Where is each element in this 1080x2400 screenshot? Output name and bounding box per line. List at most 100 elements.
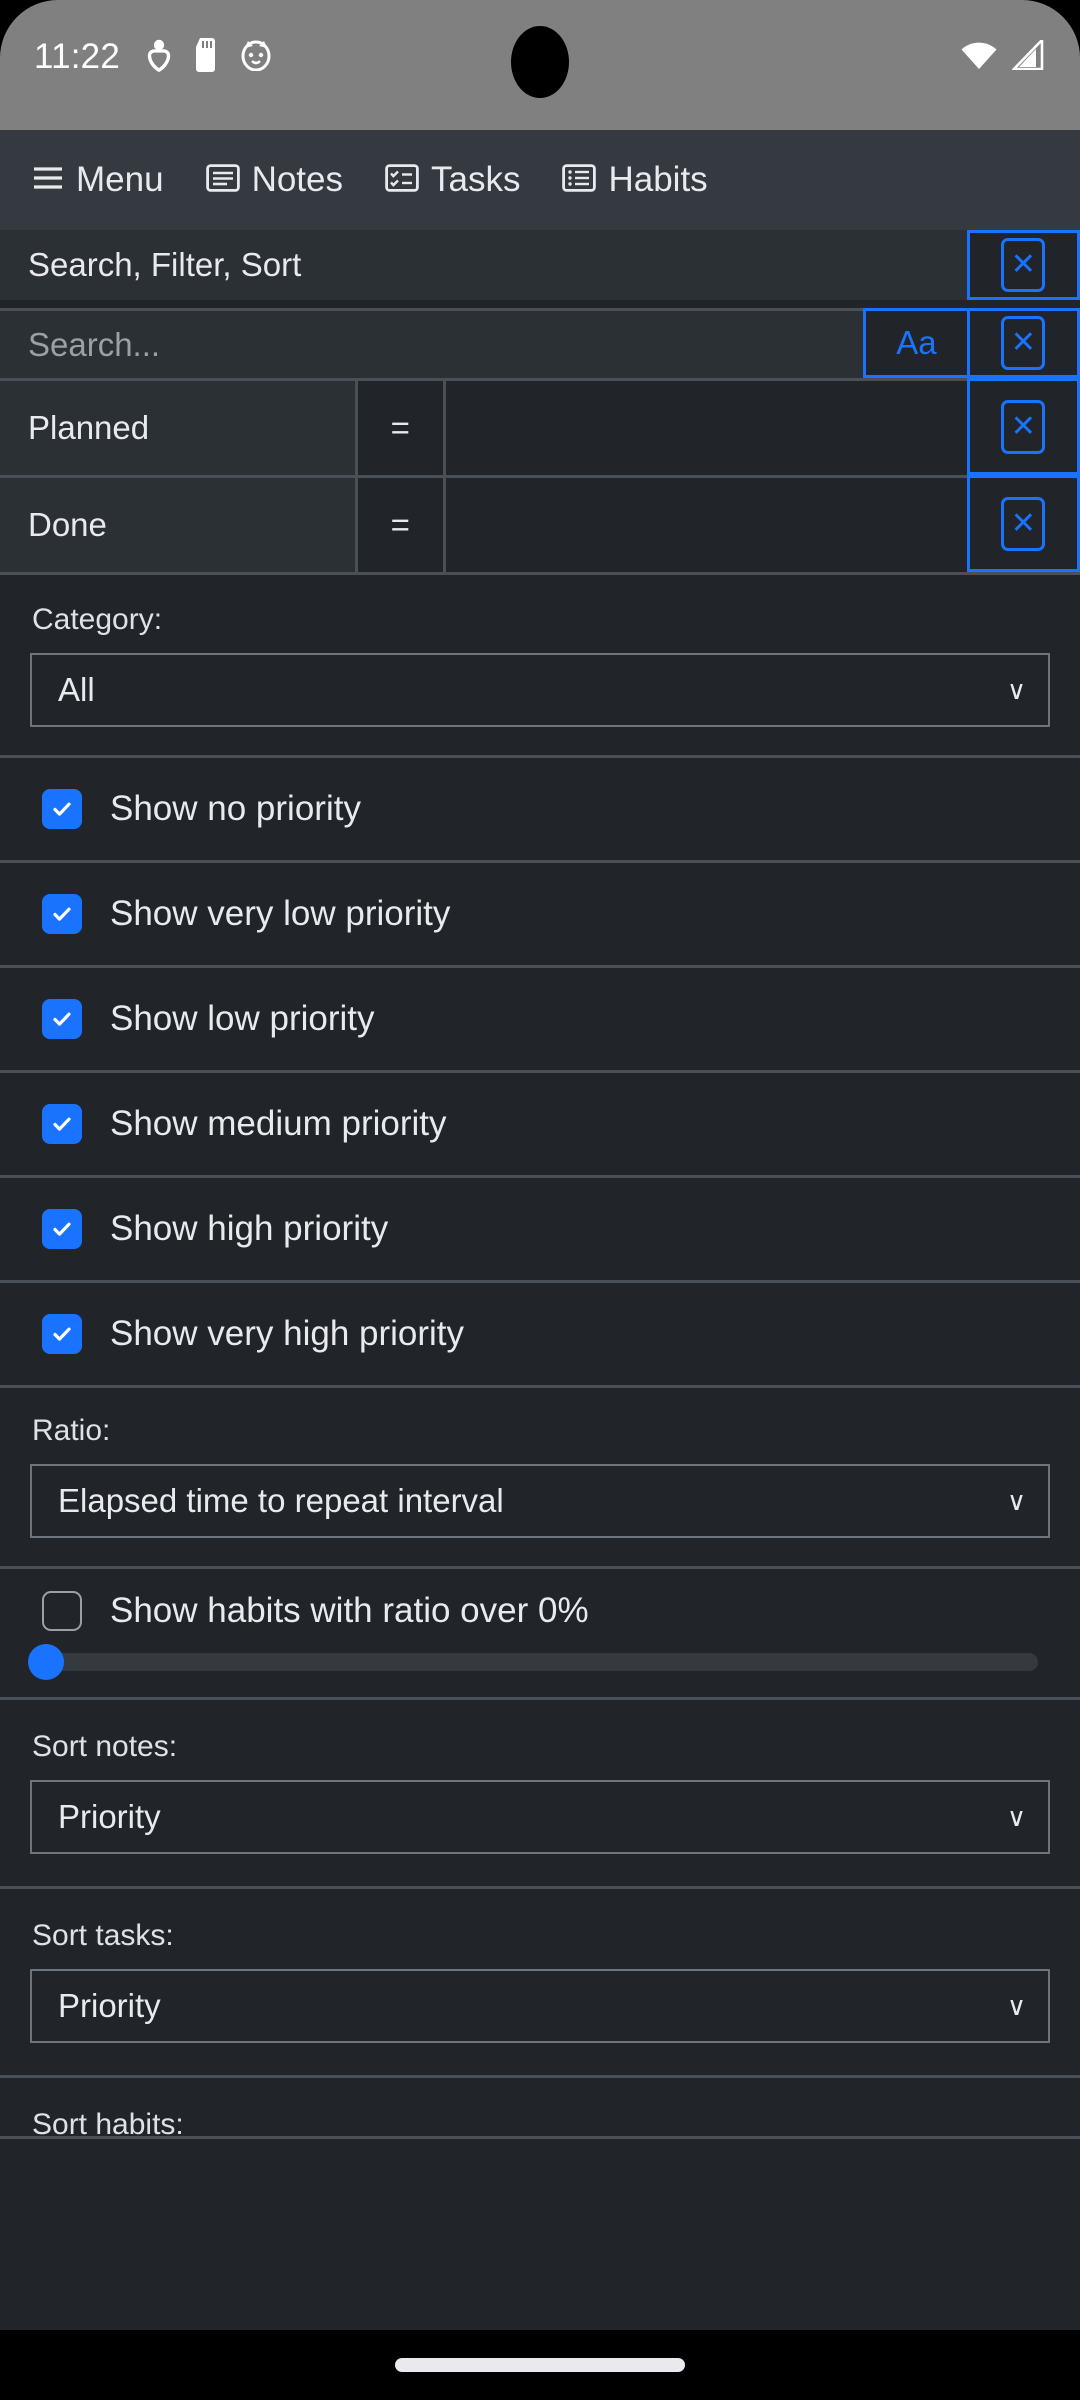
- category-select[interactable]: All ∨: [30, 653, 1050, 727]
- sd-card-icon: [194, 37, 218, 77]
- search-input-placeholder: Search...: [28, 325, 161, 363]
- filter-row-done: Done = ✕: [0, 475, 1080, 572]
- close-icon[interactable]: ✕: [1001, 399, 1046, 454]
- chevron-down-icon: ∨: [1006, 1990, 1026, 2021]
- camera-cutout: [511, 26, 569, 98]
- search-row: Search... Aa ✕: [0, 308, 1080, 378]
- ratio-filter-checkbox-row[interactable]: Show habits with ratio over 0%: [0, 1591, 1080, 1631]
- ratio-slider-track[interactable]: [28, 1644, 1038, 1680]
- checkbox-label: Show no priority: [110, 789, 361, 828]
- system-navigation-bar: [0, 2330, 1080, 2400]
- toolbar-item-label: Habits: [608, 160, 708, 199]
- close-icon[interactable]: ✕: [1001, 316, 1046, 370]
- filter-operator-label: =: [390, 409, 410, 446]
- chevron-down-icon: ∨: [1006, 674, 1026, 705]
- sort-tasks-value: Priority: [58, 1987, 161, 2024]
- filter-operator-label: =: [390, 506, 410, 543]
- checkbox-row-high-priority[interactable]: Show high priority: [0, 1178, 1080, 1283]
- sort-habits-block: Sort habits:: [0, 2078, 1080, 2139]
- chevron-down-icon: ∨: [1006, 1485, 1026, 1516]
- phone-screen: 11:22 Menu Notes Tasks Habits Search, Fi…: [0, 0, 1080, 2400]
- tasks-checklist-icon: [385, 163, 419, 197]
- category-block: Category: All ∨: [0, 575, 1080, 758]
- checkbox-row-very-high-priority[interactable]: Show very high priority: [0, 1283, 1080, 1388]
- category-value: All: [58, 671, 95, 708]
- sort-notes-label: Sort notes:: [32, 1730, 178, 1763]
- sort-notes-select[interactable]: Priority ∨: [30, 1780, 1050, 1854]
- panel-title-cell: Search, Filter, Sort: [0, 230, 967, 300]
- checkbox-label: Show low priority: [110, 999, 375, 1038]
- checkbox-row-low-priority[interactable]: Show low priority: [0, 968, 1080, 1073]
- ratio-block: Ratio: Elapsed time to repeat interval ∨: [0, 1388, 1080, 1569]
- filter-field-button[interactable]: Done: [0, 475, 358, 572]
- accessibility-person-icon: [146, 38, 172, 77]
- sort-notes-block: Sort notes: Priority ∨: [0, 1700, 1080, 1889]
- sort-tasks-label: Sort tasks:: [32, 1919, 174, 1952]
- filter-value-input[interactable]: [445, 475, 967, 572]
- filter-field-label: Done: [28, 506, 107, 543]
- sort-habits-label: Sort habits:: [32, 2108, 184, 2139]
- checkbox-row-medium-priority[interactable]: Show medium priority: [0, 1073, 1080, 1178]
- toolbar-item-menu[interactable]: Menu: [32, 160, 164, 200]
- search-input[interactable]: Search...: [0, 308, 864, 378]
- toolbar-item-notes[interactable]: Notes: [205, 160, 343, 200]
- notes-icon: [205, 163, 240, 197]
- status-bar-right-icons: [960, 36, 1046, 75]
- filter-field-label: Planned: [28, 409, 150, 446]
- checkbox-label: Show medium priority: [110, 1104, 447, 1143]
- checkbox-checked-icon[interactable]: [42, 1314, 82, 1354]
- hamburger-menu-icon: [32, 165, 64, 196]
- checkbox-checked-icon[interactable]: [42, 1104, 82, 1144]
- habits-list-icon: [562, 163, 597, 197]
- status-bar-clock: 11:22: [34, 37, 120, 76]
- checkbox-label: Show high priority: [110, 1209, 389, 1248]
- search-clear-button[interactable]: ✕: [966, 308, 1080, 378]
- match-case-button[interactable]: Aa: [863, 308, 967, 378]
- checkbox-checked-icon[interactable]: [42, 894, 82, 934]
- filter-value-input[interactable]: [445, 378, 967, 475]
- home-gesture-pill[interactable]: [395, 2358, 685, 2372]
- sort-tasks-select[interactable]: Priority ∨: [30, 1969, 1050, 2043]
- cat-face-icon: [240, 39, 272, 76]
- toolbar-item-habits[interactable]: Habits: [562, 160, 708, 200]
- toolbar-item-label: Menu: [76, 160, 164, 199]
- ratio-label: Ratio:: [32, 1414, 111, 1447]
- row-separator: [0, 300, 1080, 308]
- filter-remove-button[interactable]: ✕: [966, 475, 1080, 572]
- toolbar-item-label: Tasks: [431, 160, 521, 199]
- cell-signal-icon: [1010, 36, 1046, 75]
- panel-title: Search, Filter, Sort: [28, 246, 302, 283]
- checkbox-checked-icon[interactable]: [42, 999, 82, 1039]
- filter-operator-button[interactable]: =: [358, 378, 446, 475]
- checkbox-row-very-low-priority[interactable]: Show very low priority: [0, 863, 1080, 968]
- checkbox-unchecked-icon[interactable]: [42, 1591, 82, 1631]
- filter-row-planned: Planned = ✕: [0, 378, 1080, 475]
- checkbox-label: Show very low priority: [110, 894, 451, 933]
- filter-field-button[interactable]: Planned: [0, 378, 358, 475]
- status-bar: 11:22: [0, 0, 1080, 130]
- filter-remove-button[interactable]: ✕: [966, 378, 1080, 475]
- panel-close-cell[interactable]: ✕: [966, 230, 1080, 300]
- close-icon[interactable]: ✕: [1001, 496, 1046, 551]
- chevron-down-icon: ∨: [1006, 1801, 1026, 1832]
- sort-notes-value: Priority: [58, 1798, 161, 1835]
- checkbox-row-no-priority[interactable]: Show no priority: [0, 758, 1080, 863]
- ratio-filter-label: Show habits with ratio over 0%: [110, 1591, 589, 1630]
- category-label: Category:: [32, 603, 163, 636]
- checkbox-label: Show very high priority: [110, 1314, 465, 1353]
- ratio-slider-thumb[interactable]: [28, 1644, 64, 1680]
- filter-operator-button[interactable]: =: [358, 475, 446, 572]
- checkbox-checked-icon[interactable]: [42, 789, 82, 829]
- status-bar-left-icons: [146, 37, 272, 77]
- checkbox-checked-icon[interactable]: [42, 1209, 82, 1249]
- close-icon[interactable]: ✕: [1001, 238, 1046, 292]
- toolbar-item-tasks[interactable]: Tasks: [385, 160, 520, 200]
- match-case-label: Aa: [896, 324, 937, 361]
- wifi-icon: [960, 40, 998, 75]
- panel-title-row: Search, Filter, Sort ✕: [0, 230, 1080, 300]
- ratio-filter-block: Show habits with ratio over 0%: [0, 1569, 1080, 1700]
- ratio-select[interactable]: Elapsed time to repeat interval ∨: [30, 1464, 1050, 1538]
- ratio-value: Elapsed time to repeat interval: [58, 1482, 504, 1519]
- sort-tasks-block: Sort tasks: Priority ∨: [0, 1889, 1080, 2078]
- search-filter-sort-panel: Search, Filter, Sort ✕ Search... Aa ✕ Pl…: [0, 230, 1080, 2330]
